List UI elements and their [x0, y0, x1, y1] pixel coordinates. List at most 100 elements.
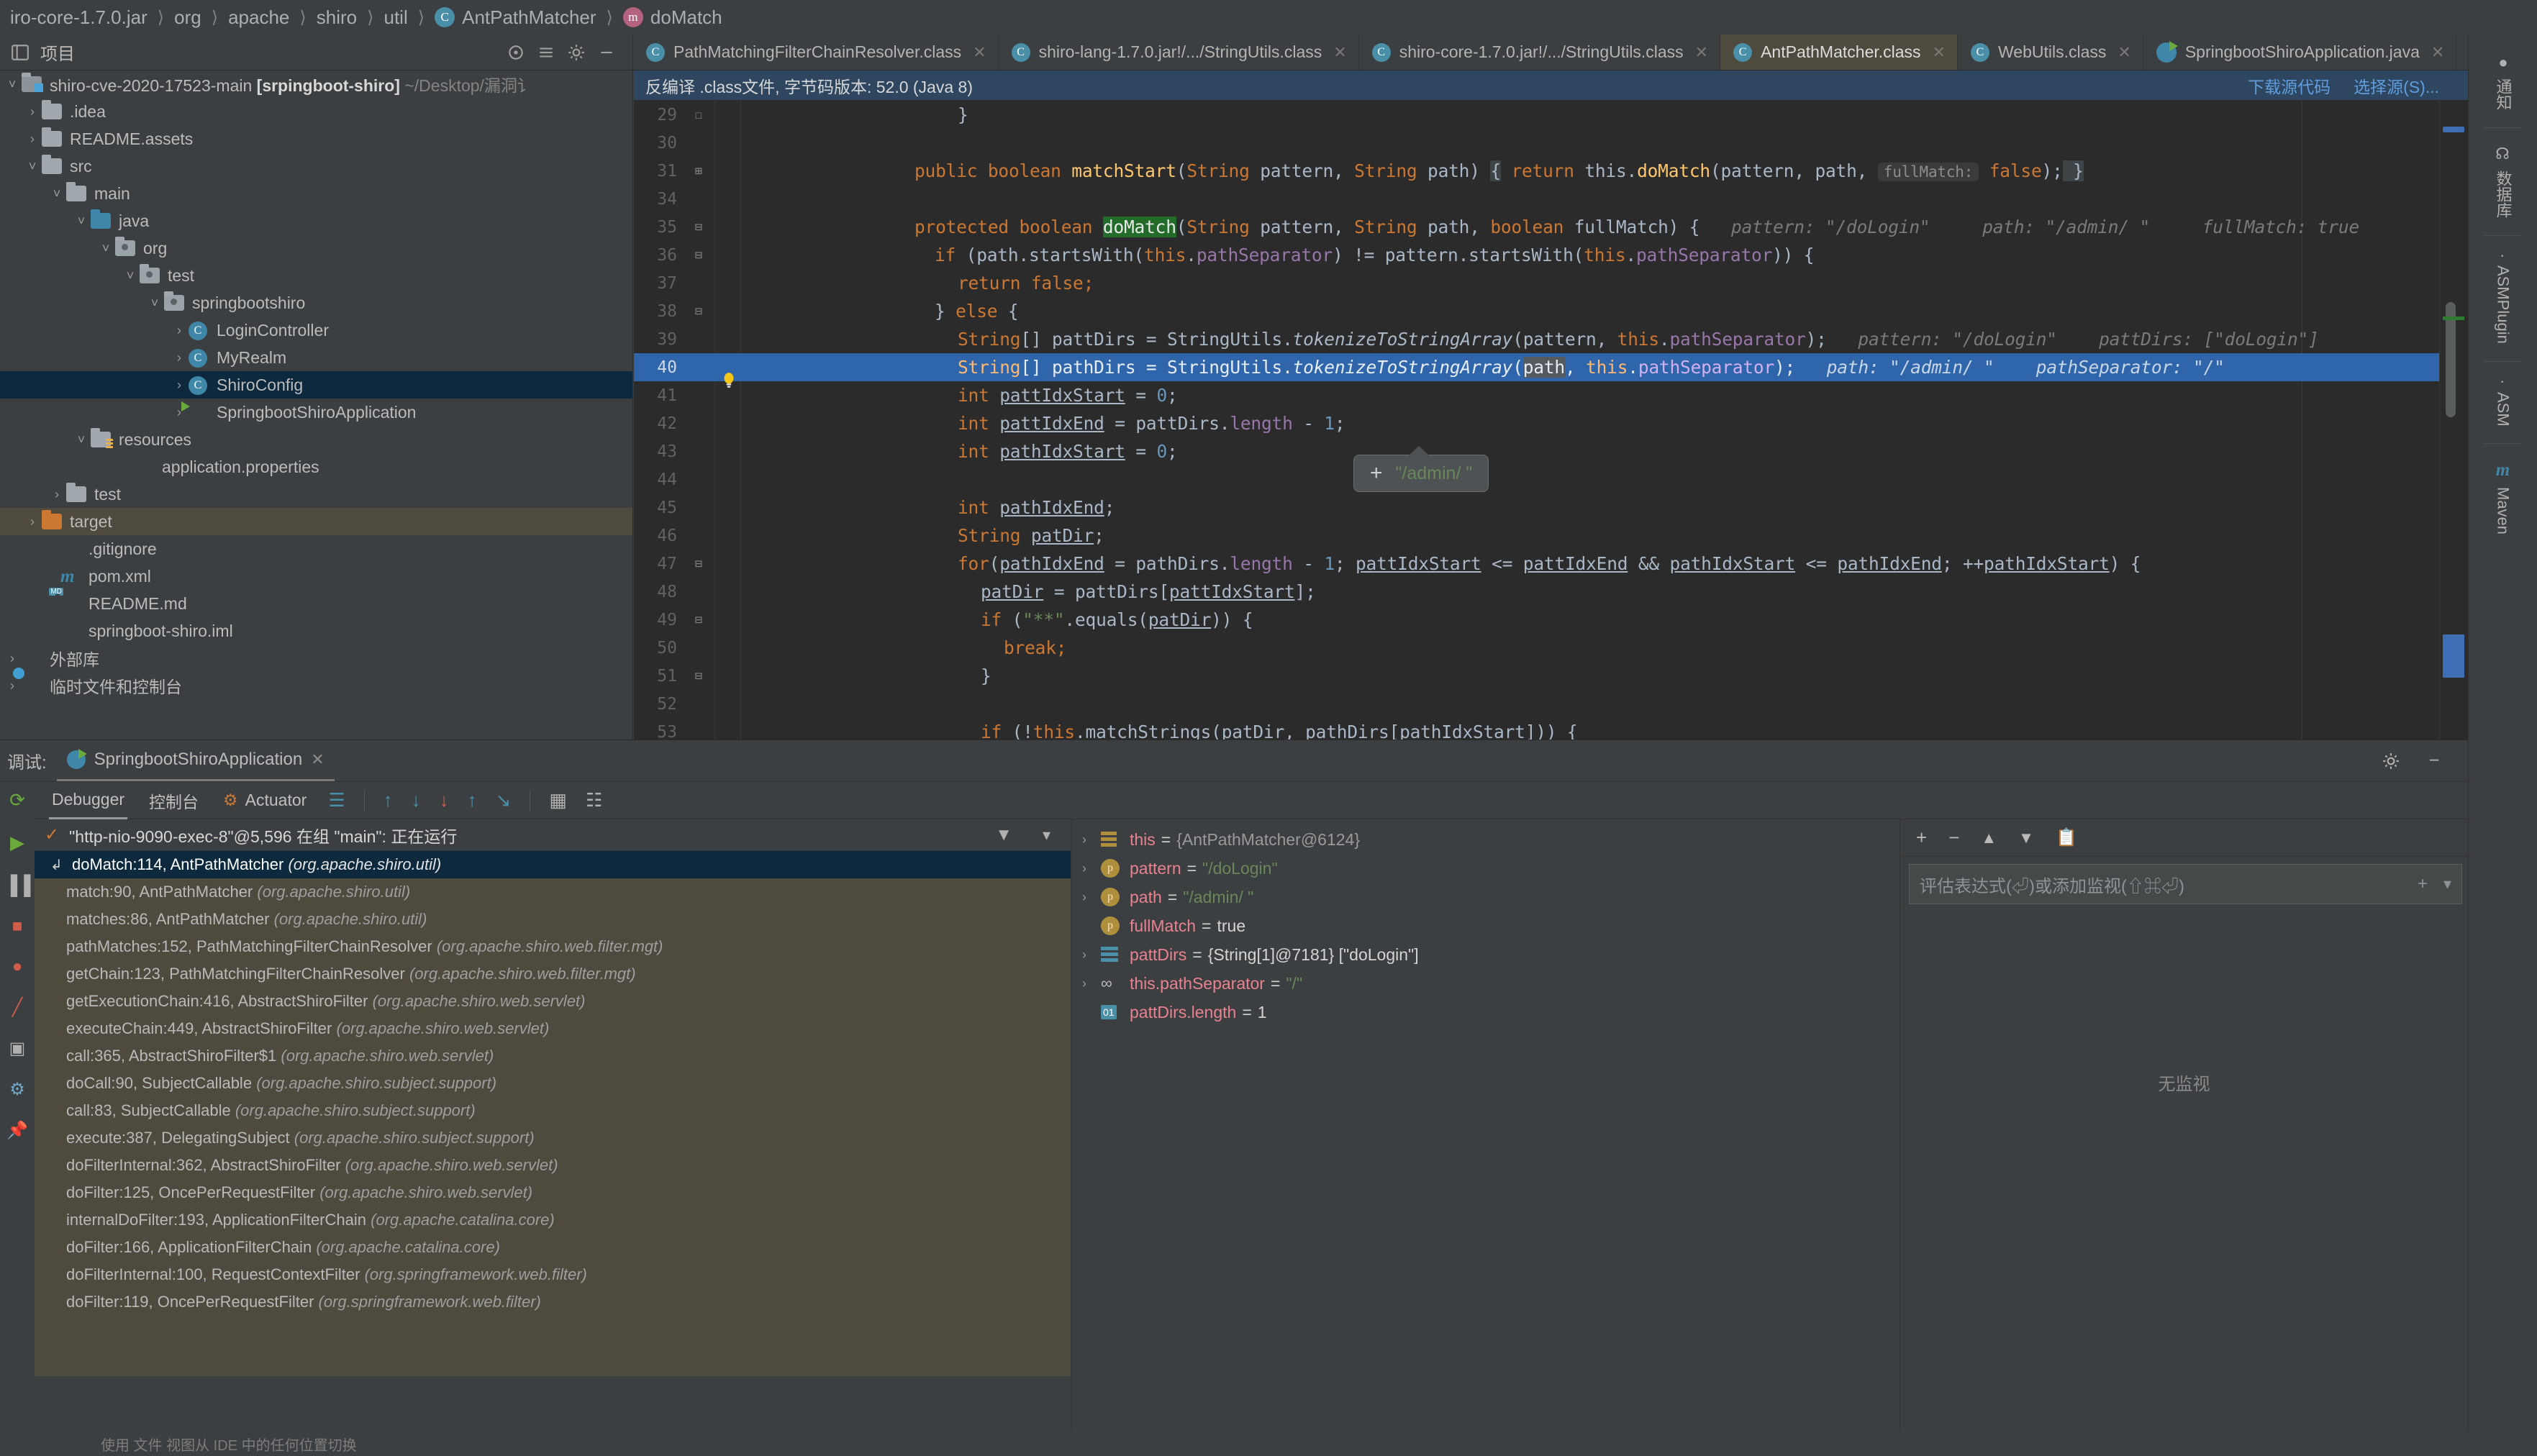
project-tree[interactable]: ˅ shiro-cve-2020-17523-main [srpingboot-…	[0, 70, 633, 740]
breadcrumb-item-class[interactable]: C AntPathMatcher ⟩	[435, 6, 623, 29]
tree-item-myrealm[interactable]: › C MyRealm	[0, 344, 632, 371]
chevron-down-icon[interactable]: ˅	[23, 159, 42, 174]
tab-console[interactable]: 控制台	[146, 782, 201, 819]
tree-item-idea[interactable]: › .idea	[0, 98, 632, 125]
tree-item-application-properties[interactable]: › application.properties	[0, 453, 632, 481]
breadcrumb-item-apache[interactable]: apache ⟩	[228, 6, 317, 29]
rail-item-maven[interactable]: m Maven	[2494, 451, 2513, 545]
chevron-right-icon[interactable]: ›	[1082, 832, 1101, 847]
layout-icon[interactable]: ☰	[328, 789, 345, 811]
tree-item-pom-xml[interactable]: › m pom.xml	[0, 563, 632, 590]
frame-row[interactable]: pathMatches:152, PathMatchingFilterChain…	[35, 933, 1071, 960]
close-icon[interactable]: ✕	[2431, 43, 2444, 62]
resume-icon[interactable]: ▶	[10, 832, 24, 854]
fold-collapse-icon[interactable]: ⊟	[691, 669, 706, 683]
tab-antpathmatcher[interactable]: C AntPathMatcher.class ✕	[1720, 35, 1958, 70]
editor-marker-stripe[interactable]	[2439, 101, 2468, 740]
chevron-down-icon[interactable]: ▾	[2443, 875, 2451, 893]
chevron-right-icon[interactable]: ›	[47, 487, 66, 502]
fold-collapse-icon[interactable]: ⊟	[691, 248, 706, 263]
settings-icon[interactable]: ⚙	[9, 1079, 25, 1100]
close-icon[interactable]: ✕	[973, 43, 986, 62]
add-to-watches-icon[interactable]: +	[2418, 874, 2428, 894]
chevron-right-icon[interactable]: ›	[170, 323, 189, 338]
thread-selector[interactable]: ✓ "http-nio-9090-exec-8"@5,596 在组 "main"…	[35, 819, 1071, 851]
frame-row[interactable]: getChain:123, PathMatchingFilterChainRes…	[35, 960, 1071, 988]
variable-row[interactable]: › p fullMatch = true	[1072, 911, 1900, 940]
frame-row[interactable]: doCall:90, SubjectCallable (org.apache.s…	[35, 1070, 1071, 1097]
breadcrumb-item-method[interactable]: m doMatch	[622, 6, 722, 29]
breadcrumb-item-org[interactable]: org ⟩	[174, 6, 228, 29]
tree-item-main[interactable]: ˅ main	[0, 180, 632, 207]
chevron-down-icon[interactable]: ˅	[47, 186, 66, 201]
variable-row[interactable]: › pattDirs = {String[1]@7181} ["doLogin"…	[1072, 940, 1900, 969]
variable-row[interactable]: › 01 pattDirs.length = 1	[1072, 998, 1900, 1027]
tree-item-readme-md[interactable]: › MD README.md	[0, 588, 632, 617]
breadcrumb-item-util[interactable]: util ⟩	[384, 6, 435, 29]
chevron-down-icon[interactable]: ▾	[1043, 826, 1050, 845]
more-debug-icon[interactable]: ☷	[586, 789, 602, 811]
breadcrumb-item-jar[interactable]: iro-core-1.7.0.jar ⟩	[10, 6, 174, 29]
debug-side-actions[interactable]: ⟳ ▶ ▐▐ ■ ● ╱ ▣ ⚙ 📌	[0, 782, 35, 1456]
tree-item-shiroconfig[interactable]: › C ShiroConfig	[0, 371, 632, 399]
frame-row[interactable]: ↲ doMatch:114, AntPathMatcher (org.apach…	[35, 851, 1071, 878]
copy-icon[interactable]: 📋	[2056, 827, 2077, 848]
chevron-down-icon[interactable]: ˅	[121, 268, 140, 283]
value-tooltip[interactable]: + "/admin/ "	[1353, 446, 1489, 492]
pause-icon[interactable]: ▐▐	[4, 874, 31, 896]
rail-item-notifications[interactable]: ● 通知	[2492, 43, 2515, 120]
right-tool-rail[interactable]: ● 通知 ☊ 数据库 · ASMPlugin · ASM m Maven	[2468, 35, 2537, 1456]
fold-collapse-icon[interactable]: ⊟	[691, 304, 706, 319]
tree-item-test[interactable]: › test	[0, 481, 632, 508]
tab-webutils[interactable]: C WebUtils.class ✕	[1958, 35, 2143, 70]
evaluate-expression-icon[interactable]: ▦	[549, 789, 567, 811]
variables-panel[interactable]: › this = {AntPathMatcher@6124} › p patte…	[1071, 819, 1900, 1456]
tree-item-springbootshiroapplication[interactable]: › SpringbootShiroApplication	[0, 399, 632, 426]
move-up-icon[interactable]: ▲	[1981, 829, 1997, 847]
run-to-cursor-icon[interactable]: ↘	[496, 789, 512, 811]
tree-item-iml[interactable]: › springboot-shiro.iml	[0, 617, 632, 645]
variable-row[interactable]: › this = {AntPathMatcher@6124}	[1072, 825, 1900, 854]
frame-row[interactable]: doFilter:119, OncePerRequestFilter (org.…	[35, 1288, 1071, 1316]
chevron-right-icon[interactable]: ›	[1082, 861, 1101, 876]
collapse-all-icon[interactable]	[536, 42, 556, 63]
remove-watch-icon[interactable]: −	[1948, 827, 1959, 849]
chevron-right-icon[interactable]: ›	[23, 104, 42, 119]
add-watch-icon[interactable]: +	[1916, 827, 1927, 849]
tab-shiro-lang-stringutils[interactable]: C shiro-lang-1.7.0.jar!/.../StringUtils.…	[999, 35, 1359, 70]
tree-item-readme-assets[interactable]: › README.assets	[0, 125, 632, 153]
fold-collapse-icon[interactable]: ⊟	[691, 557, 706, 571]
variable-row[interactable]: › p pattern = "/doLogin"	[1072, 854, 1900, 883]
code-editor[interactable]: 反编译 .class文件, 字节码版本: 52.0 (Java 8) 下载源代码…	[634, 70, 2468, 740]
tab-debugger[interactable]: Debugger	[49, 782, 128, 819]
show-execution-point-icon[interactable]: ↑	[384, 789, 393, 811]
stop-icon[interactable]: ■	[12, 916, 23, 937]
intention-bulb-icon[interactable]	[688, 358, 734, 388]
frame-row[interactable]: execute:387, DelegatingSubject (org.apac…	[35, 1124, 1071, 1152]
tree-item-scratches[interactable]: › 临时文件和控制台	[0, 672, 632, 699]
tab-actuator[interactable]: ⚙ Actuator	[220, 782, 309, 819]
minimize-icon[interactable]	[596, 42, 617, 63]
variable-row[interactable]: › ∞ this.pathSeparator = "/"	[1072, 969, 1900, 998]
tab-pathmatchingfilterchainresolver[interactable]: C PathMatchingFilterChainResolver.class …	[633, 35, 999, 70]
debug-session-tab[interactable]: SpringbootShiroApplication ✕	[56, 740, 335, 781]
chevron-down-icon[interactable]: ˅	[96, 241, 115, 256]
chevron-down-icon[interactable]: ˅	[3, 77, 22, 92]
chevron-right-icon[interactable]: ›	[1082, 890, 1101, 905]
rail-item-database[interactable]: ☊ 数据库	[2492, 135, 2515, 228]
tree-item-resources[interactable]: ˅ resources	[0, 426, 632, 453]
frames-list[interactable]: ↲ doMatch:114, AntPathMatcher (org.apach…	[35, 851, 1071, 1376]
rail-item-asm[interactable]: · ASM	[2494, 369, 2513, 436]
step-into-icon[interactable]: ↓	[440, 789, 449, 811]
tree-item-java[interactable]: ˅ java	[0, 207, 632, 235]
debug-tool-window[interactable]: 调试: SpringbootShiroApplication ✕ − ⟳ ▶ ▐…	[0, 740, 2468, 1456]
tree-item-springbootshiro[interactable]: ˅ springbootshiro	[0, 289, 632, 317]
frame-row[interactable]: internalDoFilter:193, ApplicationFilterC…	[35, 1206, 1071, 1234]
close-icon[interactable]: ✕	[311, 750, 324, 769]
close-icon[interactable]: ✕	[1695, 43, 1708, 62]
camera-icon[interactable]: ▣	[9, 1038, 26, 1059]
fold-collapse-icon[interactable]: ⊟	[691, 613, 706, 627]
mute-breakpoints-icon[interactable]: ╱	[12, 997, 22, 1018]
chevron-down-icon[interactable]: ˅	[145, 296, 164, 311]
tree-item-module[interactable]: ˅ shiro-cve-2020-17523-main [srpingboot-…	[0, 70, 632, 98]
